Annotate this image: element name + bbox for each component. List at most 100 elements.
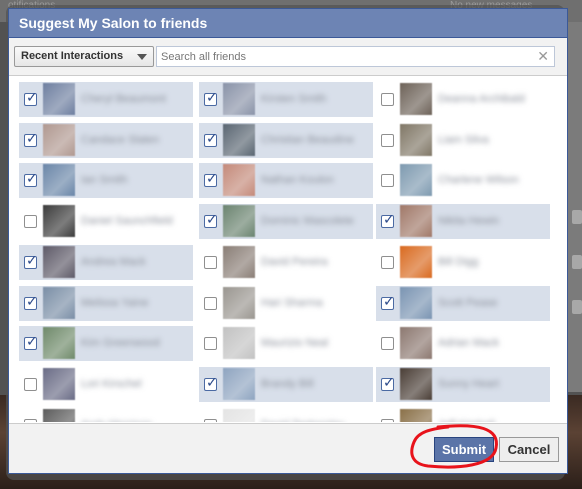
friend-checkbox[interactable]: ✓ — [24, 334, 38, 351]
checkmark-icon: ✓ — [26, 252, 38, 269]
friend-item[interactable]: ✓ Christian Beaudine — [199, 122, 373, 158]
dialog-toolbar: Recent Interactions ✕ — [9, 38, 567, 76]
friend-item[interactable]: Deanna Archibald — [376, 82, 550, 117]
friend-item[interactable]: ✓ Ian Smith — [19, 163, 193, 199]
checkmark-icon: ✓ — [26, 171, 38, 188]
friend-item[interactable]: Charlene Wilson — [376, 163, 550, 198]
suggest-friends-dialog: Suggest My Salon to friends Recent Inter… — [8, 8, 568, 474]
friend-avatar — [400, 245, 432, 278]
friend-checkbox[interactable]: ✓ — [24, 90, 38, 106]
search-friends-input[interactable] — [157, 47, 527, 67]
checkmark-icon: ✓ — [206, 90, 218, 106]
friend-avatar — [43, 123, 75, 156]
friend-item[interactable]: ✓ Andrea Mack — [19, 244, 193, 280]
close-icon[interactable]: ✕ — [537, 48, 549, 65]
checkmark-icon: ✓ — [26, 130, 38, 147]
friend-checkbox[interactable]: ✓ — [24, 130, 38, 147]
friend-item[interactable]: Maurizio Neal — [199, 326, 373, 361]
friend-checkbox[interactable] — [381, 337, 394, 351]
checkmark-icon: ✓ — [26, 293, 38, 310]
friend-name: Adrian Mack — [438, 337, 500, 350]
friend-checkbox[interactable] — [24, 377, 37, 391]
friend-name: Lori Kirschel — [81, 377, 142, 390]
friend-name: David Tankersley — [261, 419, 369, 422]
friend-item[interactable]: ✓ Brandy Bill — [199, 366, 373, 402]
friend-avatar — [43, 164, 75, 197]
friend-checkbox[interactable]: ✓ — [204, 171, 218, 188]
friend-avatar — [223, 164, 255, 197]
friend-item[interactable]: ✓ Sunny Heart — [376, 366, 550, 402]
friend-item[interactable]: Jeff Kimball — [376, 408, 550, 422]
friend-item[interactable]: Andy Morrison — [19, 408, 193, 422]
friend-checkbox[interactable]: ✓ — [24, 252, 38, 269]
friend-name: Nathan Koulon — [261, 174, 334, 187]
friend-checkbox[interactable] — [381, 255, 394, 269]
friend-avatar — [223, 367, 255, 400]
friend-item[interactable]: Liam Silva — [376, 123, 550, 158]
friend-avatar — [223, 286, 255, 319]
submit-button[interactable]: Submit — [434, 437, 494, 462]
search-box: ✕ — [156, 46, 555, 67]
friend-checkbox[interactable] — [204, 255, 217, 269]
friend-item[interactable]: Hari Sharma — [199, 286, 373, 321]
friend-item[interactable]: ✓ Kirsten Smith — [199, 82, 373, 117]
dialog-title: Suggest My Salon to friends — [9, 9, 567, 38]
friend-item[interactable]: Bill Digg — [376, 245, 550, 280]
friend-name: Candace Slaten — [81, 133, 160, 146]
friend-name: Hari Sharma — [261, 296, 323, 309]
friend-checkbox[interactable]: ✓ — [24, 171, 38, 188]
friend-checkbox[interactable] — [381, 133, 394, 147]
friend-item[interactable]: Adrian Mack — [376, 326, 550, 361]
friend-checkbox[interactable] — [381, 418, 394, 422]
friend-item[interactable]: Lori Kirschel — [19, 367, 193, 402]
checkmark-icon: ✓ — [383, 293, 395, 310]
friend-checkbox[interactable]: ✓ — [381, 375, 395, 391]
cancel-button[interactable]: Cancel — [499, 437, 559, 462]
friend-item[interactable]: ✓ Scott Pease — [376, 285, 550, 321]
friend-avatar — [223, 83, 255, 115]
friend-checkbox[interactable] — [204, 296, 217, 310]
friend-checkbox[interactable] — [204, 418, 217, 422]
friend-avatar — [43, 205, 75, 238]
friend-item[interactable]: ✓ Candace Slaten — [19, 122, 193, 158]
friend-checkbox[interactable]: ✓ — [381, 212, 395, 229]
friend-item[interactable]: ✓ Dominic Mascolete — [199, 204, 373, 240]
friend-checkbox[interactable]: ✓ — [204, 374, 218, 391]
friend-item[interactable]: ✓ Kim Greenwood — [19, 326, 193, 362]
checkmark-icon: ✓ — [206, 374, 218, 391]
friend-checkbox[interactable]: ✓ — [204, 90, 218, 106]
friend-item[interactable]: ✓ Melissa Yaine — [19, 285, 193, 321]
friend-checkbox[interactable] — [381, 93, 394, 106]
friend-checkbox[interactable]: ✓ — [24, 293, 38, 310]
friend-checkbox[interactable] — [24, 418, 37, 422]
friend-checkbox[interactable] — [381, 174, 394, 188]
friend-name: Sunny Heart — [438, 377, 500, 390]
friend-avatar — [400, 164, 432, 197]
friend-item[interactable]: David Tankersley — [199, 408, 373, 422]
friend-avatar — [400, 327, 432, 360]
friend-checkbox[interactable] — [24, 215, 37, 229]
checkmark-icon: ✓ — [206, 212, 218, 229]
friend-name: Melissa Yaine — [81, 296, 149, 309]
friend-avatar — [400, 408, 432, 422]
friend-checkbox[interactable]: ✓ — [204, 131, 218, 147]
friend-avatar — [400, 286, 432, 319]
friend-item[interactable]: ✓ Nathan Koulon — [199, 163, 373, 199]
chevron-down-icon — [137, 54, 147, 60]
friend-avatar — [223, 327, 255, 360]
friend-filter-dropdown[interactable]: Recent Interactions — [14, 46, 154, 67]
friend-item[interactable]: ✓ Nikita Hewin — [376, 204, 550, 240]
friend-item[interactable]: David Pereira — [199, 245, 373, 280]
friend-avatar — [43, 286, 75, 319]
friend-checkbox[interactable]: ✓ — [381, 293, 395, 310]
friend-avatar — [43, 408, 75, 422]
friend-checkbox[interactable] — [204, 337, 217, 351]
friend-name: Cheryl Beaumont — [81, 93, 166, 105]
checkmark-icon: ✓ — [26, 334, 38, 351]
friend-avatar — [223, 123, 255, 156]
friend-item[interactable]: ✓ Cheryl Beaumont — [19, 82, 193, 117]
friend-avatar — [400, 83, 432, 115]
friend-name: Jeff Kimball — [438, 419, 546, 422]
friend-checkbox[interactable]: ✓ — [204, 212, 218, 229]
friend-item[interactable]: Daniel Saunchfield — [19, 204, 193, 239]
